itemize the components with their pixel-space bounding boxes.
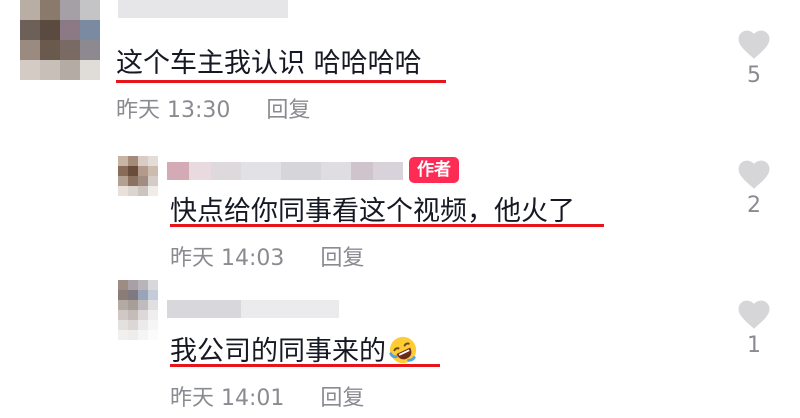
like-count: 2 xyxy=(747,193,761,218)
avatar[interactable] xyxy=(118,280,158,340)
like-button[interactable]: 5 xyxy=(729,26,779,90)
comment-text: 这个车主我认识 哈哈哈哈 xyxy=(116,48,422,79)
comment-thread: 这个车主我认识 哈哈哈哈 昨天 13:30 回复 5 作者 快点给你同事看这个视… xyxy=(0,0,800,418)
author-badge: 作者 xyxy=(409,157,459,183)
like-count: 5 xyxy=(747,63,761,88)
comment-meta: 昨天 14:01 回复 xyxy=(170,385,364,413)
heart-icon xyxy=(738,160,770,189)
highlight-underline xyxy=(116,80,446,83)
reply-button[interactable]: 回复 xyxy=(266,98,310,123)
username-blurred[interactable] xyxy=(118,0,288,18)
heart-icon xyxy=(738,30,770,59)
comment-3: 我公司的同事来的 昨天 14:01 回复 1 xyxy=(0,280,800,418)
timestamp: 昨天 13:30 xyxy=(116,98,231,123)
like-count: 1 xyxy=(747,333,761,358)
reply-button[interactable]: 回复 xyxy=(320,386,364,411)
username-blurred[interactable] xyxy=(167,162,403,180)
rolling-laughing-emoji-icon xyxy=(389,336,417,364)
comment-meta: 昨天 14:03 回复 xyxy=(170,245,364,273)
timestamp: 昨天 14:01 xyxy=(170,386,285,411)
reply-button[interactable]: 回复 xyxy=(320,246,364,271)
comment-1: 这个车主我认识 哈哈哈哈 昨天 13:30 回复 5 xyxy=(0,0,800,140)
avatar[interactable] xyxy=(20,0,100,80)
comment-meta: 昨天 13:30 回复 xyxy=(116,97,310,125)
highlight-underline xyxy=(170,224,604,227)
like-button[interactable]: 2 xyxy=(729,156,779,220)
like-button[interactable]: 1 xyxy=(729,296,779,360)
highlight-underline xyxy=(170,364,440,367)
heart-icon xyxy=(738,300,770,329)
comment-2: 作者 快点给你同事看这个视频，他火了 昨天 14:03 回复 2 xyxy=(0,140,800,280)
avatar[interactable] xyxy=(118,156,158,196)
username-blurred[interactable] xyxy=(167,300,339,318)
comment-text-content: 我公司的同事来的 xyxy=(170,336,386,367)
timestamp: 昨天 14:03 xyxy=(170,246,285,271)
